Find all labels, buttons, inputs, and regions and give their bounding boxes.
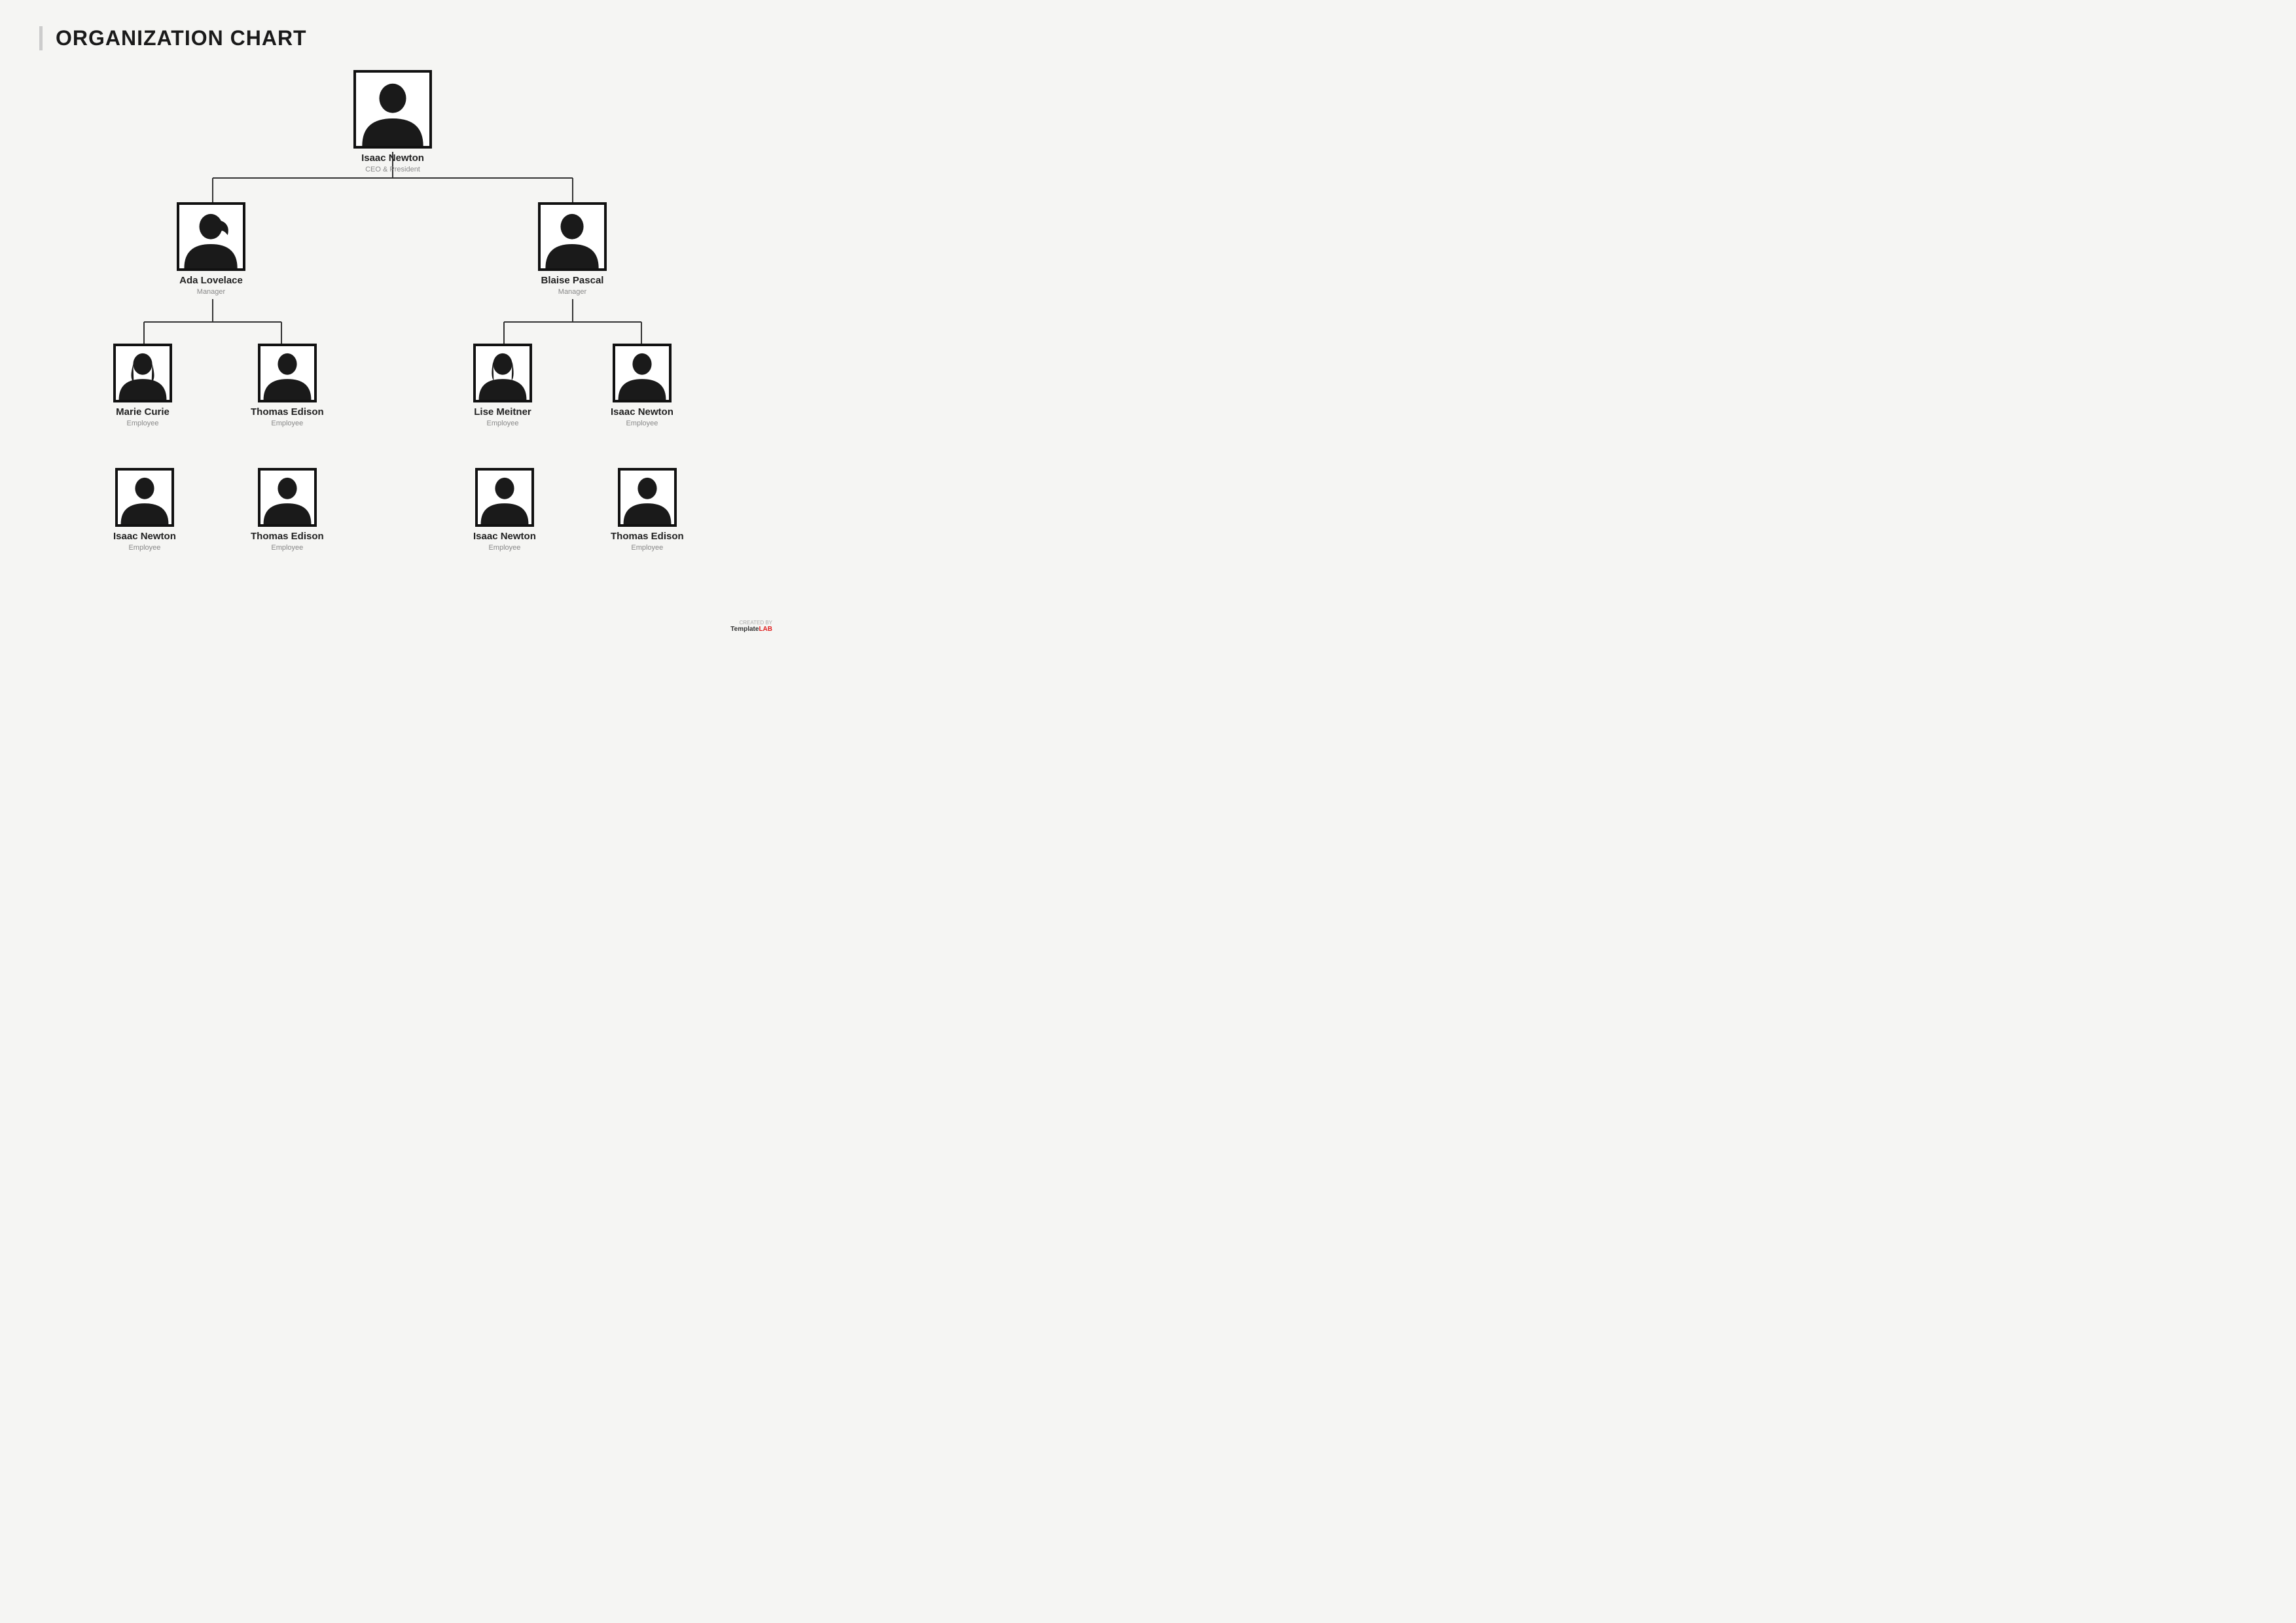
watermark-lab: LAB — [759, 626, 772, 633]
emp4-name: Isaac Newton — [611, 406, 673, 418]
emp5-name: Isaac Newton — [113, 531, 176, 543]
node-emp2: Thomas Edison Employee — [251, 344, 324, 427]
manager1-name: Ada Lovelace — [179, 275, 243, 287]
node-manager2: Blaise Pascal Manager — [538, 202, 607, 296]
watermark: CREATED BY TemplateLAB — [730, 620, 772, 633]
emp3-title: Employee — [487, 419, 519, 427]
photo-ceo — [353, 70, 432, 149]
node-emp8: Thomas Edison Employee — [611, 468, 684, 552]
node-emp6: Thomas Edison Employee — [251, 468, 324, 552]
emp8-name: Thomas Edison — [611, 531, 684, 543]
ceo-name: Isaac Newton — [361, 152, 424, 164]
node-emp5: Isaac Newton Employee — [113, 468, 176, 552]
photo-manager1 — [177, 202, 245, 271]
emp2-name: Thomas Edison — [251, 406, 324, 418]
manager2-title: Manager — [558, 288, 586, 296]
photo-emp7 — [475, 468, 534, 527]
ceo-title: CEO & President — [365, 166, 420, 173]
photo-emp1 — [113, 344, 172, 402]
emp5-title: Employee — [128, 544, 160, 552]
node-emp3: Lise Meitner Employee — [473, 344, 532, 427]
emp1-name: Marie Curie — [116, 406, 170, 418]
node-emp1: Marie Curie Employee — [113, 344, 172, 427]
emp6-name: Thomas Edison — [251, 531, 324, 543]
photo-emp2 — [258, 344, 317, 402]
watermark-template: Template — [730, 626, 759, 633]
emp8-title: Employee — [631, 544, 663, 552]
photo-emp8 — [618, 468, 677, 527]
watermark-created-by: CREATED BY — [730, 620, 772, 626]
emp1-title: Employee — [127, 419, 159, 427]
emp2-title: Employee — [271, 419, 303, 427]
photo-emp4 — [613, 344, 672, 402]
emp6-title: Employee — [271, 544, 303, 552]
node-manager1: Ada Lovelace Manager — [177, 202, 245, 296]
emp7-title: Employee — [488, 544, 520, 552]
photo-emp6 — [258, 468, 317, 527]
photo-emp5 — [115, 468, 174, 527]
node-emp4: Isaac Newton Employee — [611, 344, 673, 427]
photo-emp3 — [473, 344, 532, 402]
emp7-name: Isaac Newton — [473, 531, 536, 543]
node-emp7: Isaac Newton Employee — [473, 468, 536, 552]
manager2-name: Blaise Pascal — [541, 275, 604, 287]
page-title: ORGANIZATION CHART — [39, 26, 746, 50]
emp3-name: Lise Meitner — [474, 406, 531, 418]
photo-manager2 — [538, 202, 607, 271]
manager1-title: Manager — [197, 288, 225, 296]
emp4-title: Employee — [626, 419, 658, 427]
node-ceo: Isaac Newton CEO & President — [353, 70, 432, 173]
